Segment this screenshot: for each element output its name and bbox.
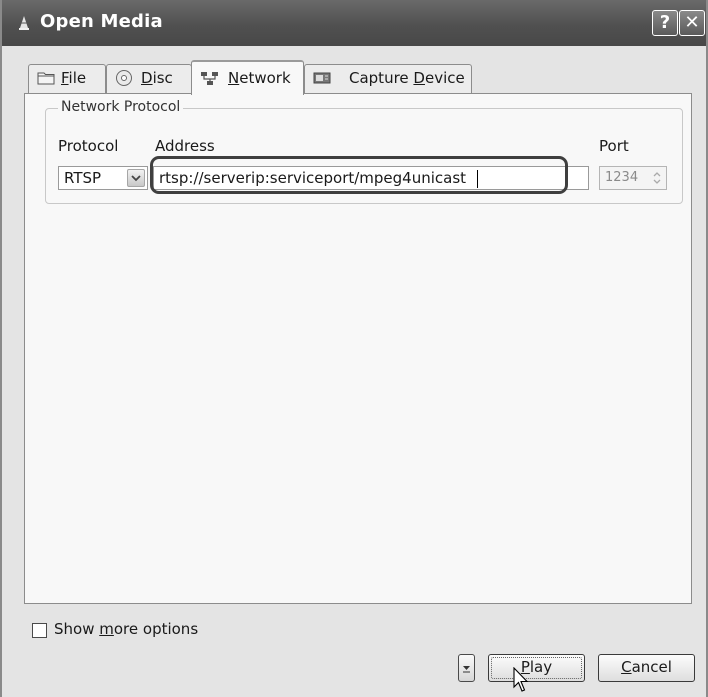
- cancel-button[interactable]: Cancel: [598, 654, 695, 682]
- network-icon: [201, 72, 218, 85]
- play-dropdown-button[interactable]: [458, 654, 475, 682]
- chevron-down-icon[interactable]: [127, 169, 145, 187]
- tab-file[interactable]: File: [28, 64, 106, 93]
- port-label: Port: [599, 137, 629, 155]
- show-more-options-checkbox[interactable]: [32, 623, 47, 638]
- help-button[interactable]: ?: [652, 10, 678, 36]
- mouse-cursor-icon: [513, 667, 529, 692]
- network-tab-panel: Network Protocol Protocol Address Port R…: [24, 93, 692, 604]
- open-media-dialog: Open Media ? ✕ File Disc Network Capture…: [0, 0, 708, 697]
- protocol-value: RTSP: [64, 169, 102, 187]
- folder-icon: [37, 72, 55, 85]
- window-title: Open Media: [40, 11, 163, 32]
- spinner-icon[interactable]: [650, 169, 664, 187]
- port-value: 1234: [605, 170, 639, 185]
- tab-capture-device[interactable]: Capture Device: [304, 64, 472, 93]
- address-label: Address: [155, 137, 215, 155]
- show-more-options-label[interactable]: Show more options: [54, 620, 198, 638]
- play-button[interactable]: Play: [488, 654, 585, 682]
- close-button[interactable]: ✕: [679, 10, 705, 36]
- tab-network[interactable]: Network: [191, 60, 304, 95]
- tab-disc[interactable]: Disc: [106, 64, 192, 93]
- title-bar[interactable]: Open Media ? ✕: [2, 0, 706, 46]
- vlc-cone-icon: [19, 16, 29, 30]
- port-input[interactable]: 1234: [599, 166, 667, 190]
- protocol-label: Protocol: [58, 137, 119, 155]
- disc-icon: [116, 70, 132, 86]
- address-highlight-annotation: [150, 156, 568, 194]
- group-title: Network Protocol: [58, 99, 184, 115]
- protocol-select[interactable]: RTSP: [58, 166, 148, 190]
- chevron-down-icon: [463, 666, 470, 673]
- capture-card-icon: [313, 72, 331, 84]
